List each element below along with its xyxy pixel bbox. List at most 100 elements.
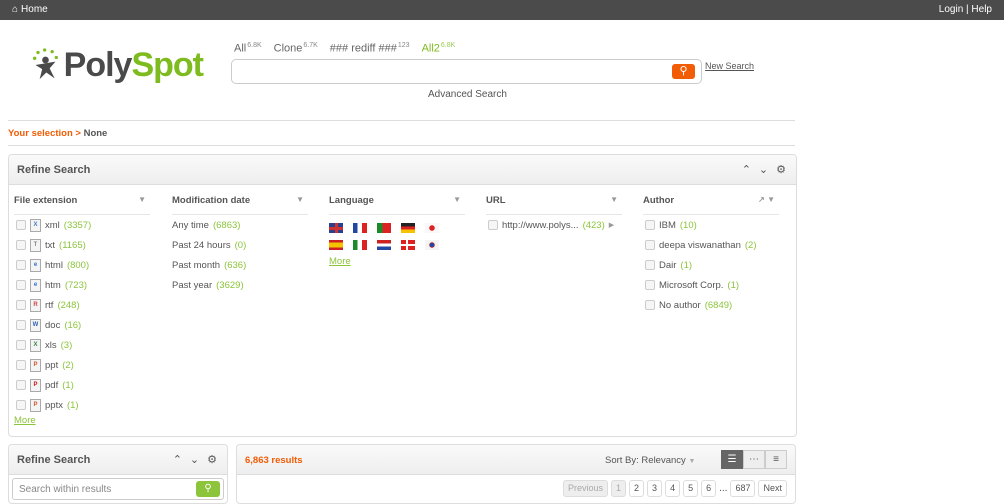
gear-icon[interactable]: ⚙ <box>776 163 786 176</box>
dropdown-icon[interactable]: ▼ <box>138 195 146 204</box>
item-count: (2) <box>744 239 757 251</box>
facet-item[interactable]: IBM (10) <box>643 215 779 235</box>
dropdown-icon[interactable]: ▼ <box>453 195 461 204</box>
flag-es-icon[interactable] <box>329 240 343 250</box>
checkbox[interactable] <box>16 380 26 390</box>
search-button[interactable]: ⚲ <box>672 64 695 79</box>
login-link[interactable]: Login <box>939 4 963 15</box>
P-file-icon: P <box>30 398 41 412</box>
checkbox[interactable] <box>16 280 26 290</box>
expand-all-icon[interactable]: ⌄ <box>190 453 199 466</box>
flag-dk-icon[interactable] <box>401 240 415 250</box>
page-button[interactable]: 687 <box>730 480 756 497</box>
checkbox[interactable] <box>645 260 655 270</box>
facet-item[interactable]: Pppt (2) <box>14 355 150 375</box>
checkbox[interactable] <box>645 220 655 230</box>
facet-item[interactable]: No author (6849) <box>643 295 779 315</box>
facet-item[interactable]: deepa viswanathan (2) <box>643 235 779 255</box>
flag-pt-icon[interactable] <box>377 223 391 233</box>
item-count: (423) <box>582 219 605 231</box>
checkbox[interactable] <box>16 260 26 270</box>
facet-item[interactable]: e html (800) <box>14 255 150 275</box>
facet-item[interactable]: e htm (723) <box>14 275 150 295</box>
collapse-all-icon[interactable]: ⌃ <box>742 163 751 176</box>
facet-item[interactable]: Past 24 hours (0) <box>172 235 308 255</box>
flag-it-icon[interactable] <box>353 240 367 250</box>
facet-item[interactable]: Ppptx (1) <box>14 395 150 415</box>
home-link[interactable]: ⌂ Home <box>12 4 48 15</box>
checkbox[interactable] <box>645 300 655 310</box>
flag-nl-icon[interactable] <box>377 240 391 250</box>
P-file-icon: P <box>30 358 41 372</box>
page-button[interactable]: 2 <box>629 480 645 497</box>
checkbox[interactable] <box>645 280 655 290</box>
logo-figure-icon <box>33 48 58 80</box>
panel-title: Refine Search <box>17 454 91 466</box>
sort-dropdown[interactable]: Sort By: Relevancy ▼ <box>605 455 695 466</box>
dropdown-icon[interactable]: ▼ <box>610 195 618 204</box>
expand-all-icon[interactable]: ⌄ <box>759 163 768 176</box>
gear-icon[interactable]: ⚙ <box>207 453 217 466</box>
new-search-link[interactable]: New Search <box>705 61 754 71</box>
tab-all[interactable]: All6.8K <box>234 42 262 55</box>
checkbox[interactable] <box>488 220 498 230</box>
search-input[interactable]: ⚲ <box>231 59 702 84</box>
flag-de-icon[interactable] <box>401 223 415 233</box>
X-file-icon: X <box>30 338 41 352</box>
page-button[interactable]: 1 <box>611 480 627 497</box>
facet-item[interactable]: Microsoft Corp. (1) <box>643 275 779 295</box>
help-link[interactable]: Help <box>971 4 992 15</box>
checkbox[interactable] <box>16 240 26 250</box>
checkbox[interactable] <box>16 220 26 230</box>
tab-rediff[interactable]: ### rediff ###123 <box>330 42 410 55</box>
tab-clone[interactable]: Clone6.7K <box>274 42 318 55</box>
facet-item[interactable]: Past month (636) <box>172 255 308 275</box>
facet-item[interactable]: Any time (6863) <box>172 215 308 235</box>
checkbox[interactable] <box>645 240 655 250</box>
collapse-all-icon[interactable]: ⌃ <box>173 453 182 466</box>
facet-item[interactable]: Rrtf (248) <box>14 295 150 315</box>
checkbox[interactable] <box>16 300 26 310</box>
flag-fr-icon[interactable] <box>353 223 367 233</box>
flag-kr-icon[interactable] <box>425 240 439 250</box>
dropdown-icon[interactable]: ↗ ▼ <box>758 195 775 204</box>
dropdown-icon[interactable]: ▼ <box>296 195 304 204</box>
checkbox[interactable] <box>16 340 26 350</box>
facet-item[interactable]: Xxls (3) <box>14 335 150 355</box>
search-within-input[interactable]: Search within results ⚲ <box>12 478 224 500</box>
compact-view-icon[interactable]: ≡ <box>765 450 787 469</box>
checkbox[interactable] <box>16 360 26 370</box>
grid-view-icon[interactable]: ⋯ <box>743 450 765 469</box>
page-button[interactable]: 5 <box>683 480 699 497</box>
checkbox[interactable] <box>16 320 26 330</box>
search-tabs: All6.8K Clone6.7K ### rediff ###123 All2… <box>234 42 455 55</box>
selection-breadcrumb: Your selection > None <box>8 128 107 139</box>
search-icon[interactable]: ⚲ <box>196 481 220 497</box>
facet-item[interactable]: Dair (1) <box>643 255 779 275</box>
page-button[interactable]: 3 <box>647 480 663 497</box>
facet-item[interactable]: Ppdf (1) <box>14 375 150 395</box>
checkbox[interactable] <box>16 400 26 410</box>
separator: | <box>966 4 969 15</box>
flag-jp-icon[interactable] <box>425 223 439 233</box>
flag-gb-icon[interactable] <box>329 223 343 233</box>
facet-item[interactable]: Xxml (3357) <box>14 215 150 235</box>
more-link[interactable]: More <box>14 415 36 426</box>
next-button[interactable]: Next <box>758 480 787 497</box>
tab-all2[interactable]: All26.8K <box>422 42 456 55</box>
more-link[interactable]: More <box>329 256 351 267</box>
page-button[interactable]: 6 <box>701 480 717 497</box>
page-button[interactable]: 4 <box>665 480 681 497</box>
expand-arrow-icon[interactable]: ▶ <box>609 221 614 229</box>
facet-item[interactable]: Wdoc (16) <box>14 315 150 335</box>
facet-item[interactable]: http://www.polys... (423) ▶ <box>486 215 622 235</box>
list-view-icon[interactable]: ☰ <box>721 450 743 469</box>
facet-file-extension: File extension ▼ Xxml (3357) Ttxt (1165) e htm… <box>14 190 150 426</box>
polyspot-logo[interactable]: PolySpot <box>33 42 204 88</box>
previous-button[interactable]: Previous <box>563 480 609 497</box>
item-count: (10) <box>679 219 697 231</box>
advanced-search-link[interactable]: Advanced Search <box>428 89 507 100</box>
facet-item[interactable]: Ttxt (1165) <box>14 235 150 255</box>
facet-item[interactable]: Past year (3629) <box>172 275 308 295</box>
item-count: (1) <box>727 279 740 291</box>
